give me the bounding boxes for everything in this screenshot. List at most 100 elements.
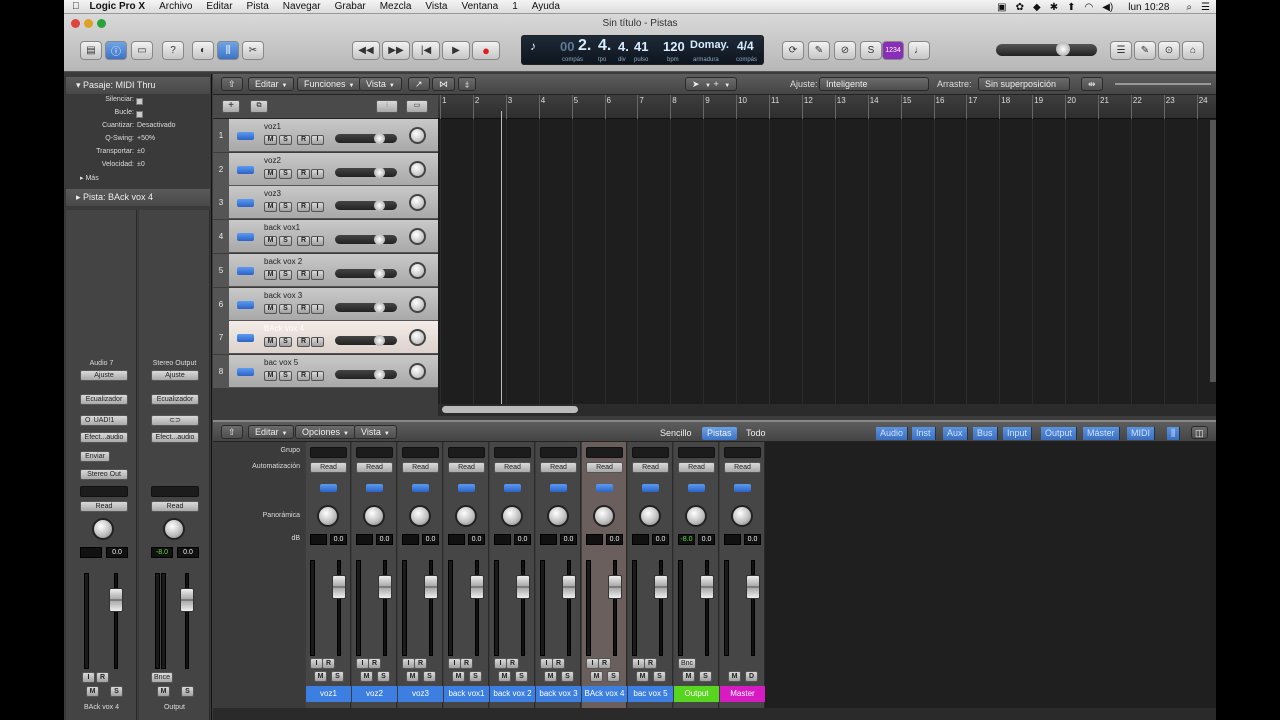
mixer-automation-button[interactable]: Read (402, 462, 439, 473)
track-volume-slider[interactable] (335, 235, 397, 245)
track-r-button[interactable]: R (297, 168, 310, 179)
mixer-tracks-tab[interactable]: Pistas (702, 427, 737, 440)
track-m-button[interactable]: M (264, 303, 277, 314)
mixer-group-slot[interactable] (402, 447, 439, 458)
menu-pista[interactable]: Pista (247, 1, 269, 12)
track-pan-knob[interactable] (409, 160, 426, 178)
strip-mute-button[interactable]: M (86, 686, 99, 697)
mixer-strip-name[interactable]: voz2 (352, 686, 397, 702)
menu-ventana[interactable]: Ventana (461, 1, 498, 12)
mixer-group-slot[interactable] (586, 447, 623, 458)
track-name[interactable]: back vox1 (264, 223, 300, 232)
mixer-fader[interactable] (516, 575, 530, 599)
track-volume-knob[interactable] (374, 368, 385, 380)
editors-button[interactable]: ✂ (242, 41, 264, 60)
mixer-single-tab[interactable]: Sencillo (655, 427, 697, 440)
track-pan-knob[interactable] (409, 261, 426, 279)
gear-icon[interactable]: ✿ (1016, 2, 1024, 13)
tracks-edit-menu[interactable]: Editar ▼ (248, 77, 295, 91)
mixer-record-button[interactable]: R (368, 658, 381, 669)
mixer-solo-button[interactable]: S (377, 671, 390, 682)
mixer-pan-knob[interactable] (593, 505, 615, 527)
strip-effects-button[interactable]: Efect...audio (80, 432, 128, 443)
track-m-button[interactable]: M (264, 337, 277, 348)
catch-button[interactable]: ↗ (408, 77, 430, 91)
track-i-button[interactable]: I (311, 202, 324, 213)
mixer-solo-button[interactable]: S (699, 671, 712, 682)
filter-inst[interactable]: Inst (912, 427, 936, 440)
mixer-automation-button[interactable]: Read (448, 462, 485, 473)
mixer-fader[interactable] (746, 575, 760, 599)
mixer-pan-knob[interactable] (363, 505, 385, 527)
track-volume-knob[interactable] (374, 166, 385, 178)
track-s-button[interactable]: S (279, 370, 292, 381)
region-inspector-header[interactable]: ▾ Pasaje: MIDI Thru (66, 77, 210, 94)
strip-output-button[interactable]: Stereo Out (80, 469, 128, 480)
output-setting-button[interactable]: Ajuste (151, 370, 199, 381)
snap-menu[interactable]: Inteligente (819, 77, 929, 91)
mixer-group-slot[interactable] (678, 447, 715, 458)
mixer-record-button[interactable]: R (644, 658, 657, 669)
track-m-button[interactable]: M (264, 135, 277, 145)
wifi-icon[interactable]: ◠ (1085, 2, 1094, 13)
track-header[interactable]: 7 BAck vox 4 MSRI (213, 321, 438, 355)
list-editors-button[interactable]: ☰ (1110, 41, 1132, 60)
strip-pan-knob[interactable] (92, 518, 114, 540)
flex-button[interactable]: ⋈ (432, 77, 455, 91)
mixer-solo-button[interactable]: S (423, 671, 436, 682)
bar-ruler[interactable]: 1 2 3 4 5 6 7 8 9 10 11 12 13 14 15 16 17 18 19 20 21 22 23 24 (438, 95, 1216, 119)
strip-solo-button[interactable]: S (110, 686, 123, 697)
apple-icon[interactable]:  (72, 1, 80, 12)
track-i-button[interactable]: I (311, 168, 324, 179)
duplicate-track-button[interactable]: ⧉ (250, 100, 268, 113)
track-header[interactable]: 2 voz2 M S R I (213, 152, 438, 186)
mixer-mute-button[interactable]: M (406, 671, 419, 682)
track-pan-knob[interactable] (409, 362, 426, 380)
filter-master[interactable]: Máster (1083, 427, 1120, 440)
rewind-button[interactable]: ◀◀ (352, 41, 380, 60)
track-s-button[interactable]: S (279, 135, 292, 145)
track-zoom-button[interactable]: ▭ (406, 100, 428, 113)
mixer-group-slot[interactable] (310, 447, 347, 458)
upload-icon[interactable]: ⬆ (1067, 2, 1075, 13)
menu-1[interactable]: 1 (512, 1, 518, 12)
track-r-button[interactable]: R (297, 370, 310, 381)
mixer-record-button[interactable]: R (552, 658, 565, 669)
mixer-solo-button[interactable]: S (607, 671, 620, 682)
mixer-strip-name[interactable]: bac vox 5 (628, 686, 673, 702)
track-i-button[interactable]: I (311, 269, 324, 280)
strip-input-button[interactable]: O UAD!1 (80, 415, 128, 426)
output-solo-button[interactable]: S (181, 686, 194, 697)
forward-button[interactable]: ▶▶ (382, 41, 410, 60)
output-group-slot[interactable] (151, 486, 199, 497)
track-r-button[interactable]: R (297, 337, 310, 348)
mute-checkbox[interactable] (136, 98, 143, 105)
playhead[interactable] (501, 111, 502, 406)
record-button[interactable]: ● (472, 41, 500, 60)
inspector-row-transpose[interactable]: Transportar: ±0 (64, 148, 212, 160)
mixer-back-button[interactable]: ⇧ (221, 425, 243, 439)
tracks-view-menu[interactable]: Vista ▼ (359, 77, 402, 91)
mixer-mute-button[interactable]: M (682, 671, 695, 682)
track-s-button[interactable]: S (279, 168, 292, 179)
loop-checkbox[interactable] (136, 111, 143, 118)
track-header[interactable]: 3 voz3 M S R I (213, 186, 438, 220)
track-m-button[interactable]: M (264, 168, 277, 179)
volume-icon[interactable]: ◀) (1102, 2, 1113, 13)
strip-input-monitor-button[interactable]: I (82, 672, 95, 683)
mixer-scrollbar[interactable] (213, 708, 1216, 720)
output-fader[interactable] (180, 588, 194, 612)
dropbox-icon[interactable]: ◆ (1033, 2, 1041, 13)
mixer-automation-button[interactable]: Read (494, 462, 531, 473)
mixer-mute-button[interactable]: M (498, 671, 511, 682)
library-button[interactable]: ▤ (80, 41, 102, 60)
mixer-bounce-button[interactable]: Bnc (678, 658, 696, 669)
output-effects-button[interactable]: Efect...audio (151, 432, 199, 443)
track-r-button[interactable]: R (297, 303, 310, 314)
mixer-solo-button[interactable]: S (561, 671, 574, 682)
back-button[interactable]: ⇧ (221, 77, 243, 91)
zoom-slider[interactable] (1115, 83, 1211, 85)
track-i-button[interactable]: I (311, 303, 324, 314)
mixer-group-slot[interactable] (540, 447, 577, 458)
track-s-button[interactable]: S (279, 303, 292, 314)
